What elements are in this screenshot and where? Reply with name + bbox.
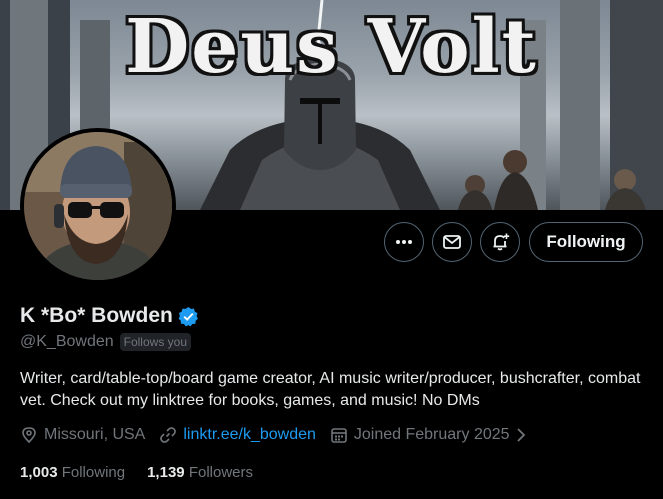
followers-stat[interactable]: 1,139 Followers bbox=[147, 464, 253, 481]
handle-row: @K_Bowden Follows you bbox=[20, 333, 191, 351]
following-count: 1,003 bbox=[20, 464, 58, 481]
handle: @K_Bowden bbox=[20, 333, 114, 350]
followers-label: Followers bbox=[188, 464, 253, 481]
display-name: K *Bo* Bowden bbox=[20, 304, 173, 327]
profile-meta: Missouri, USA linktr.ee/k_bowden Joined … bbox=[20, 426, 548, 444]
bio: Writer, card/table-top/board game creato… bbox=[20, 370, 641, 409]
followers-count: 1,139 bbox=[147, 464, 185, 481]
avatar[interactable] bbox=[20, 128, 176, 284]
avatar-image bbox=[24, 132, 172, 280]
name-row: K *Bo* Bowden bbox=[20, 304, 199, 328]
verified-badge-icon[interactable] bbox=[178, 306, 199, 327]
banner-title: Deus Volt bbox=[125, 4, 538, 90]
location-icon bbox=[22, 427, 36, 444]
message-icon bbox=[443, 235, 461, 249]
follow-stats: 1,003 Following 1,139 Followers bbox=[20, 464, 275, 481]
following-label: Following bbox=[61, 464, 126, 481]
following-button[interactable]: Following bbox=[529, 222, 643, 262]
joined-item[interactable]: Joined February 2025 bbox=[330, 426, 534, 444]
profile-link[interactable]: linktr.ee/k_bowden bbox=[183, 426, 316, 444]
link-icon bbox=[160, 427, 177, 443]
joined-text: Joined February 2025 bbox=[353, 426, 510, 443]
notify-button[interactable] bbox=[480, 222, 520, 262]
following-stat[interactable]: 1,003 Following bbox=[20, 464, 125, 481]
more-icon bbox=[396, 240, 412, 244]
calendar-icon bbox=[331, 428, 347, 443]
location-item: Missouri, USA bbox=[20, 426, 145, 444]
link-item[interactable]: linktr.ee/k_bowden bbox=[159, 426, 316, 444]
follows-you-badge: Follows you bbox=[119, 333, 191, 351]
more-button[interactable] bbox=[384, 222, 424, 262]
notification-add-icon bbox=[493, 233, 510, 251]
message-button[interactable] bbox=[432, 222, 472, 262]
chevron-right-icon bbox=[516, 428, 525, 442]
location-text: Missouri, USA bbox=[44, 426, 146, 443]
